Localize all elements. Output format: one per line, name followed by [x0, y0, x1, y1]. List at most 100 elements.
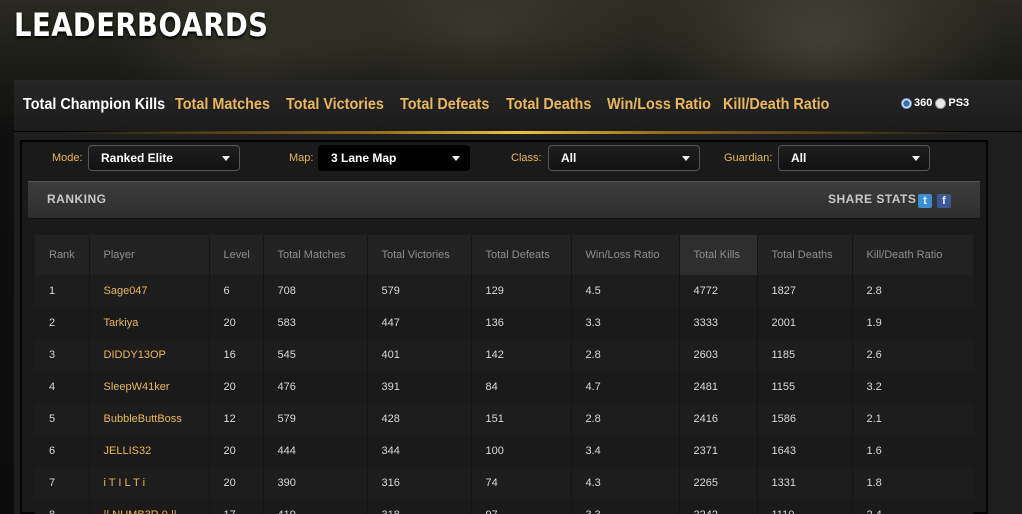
total-defeats-cell: 129 — [471, 275, 572, 307]
tab-total-defeats[interactable]: Total Defeats — [400, 96, 489, 114]
level-cell: 20 — [209, 371, 264, 403]
rank-cell: 3 — [35, 339, 90, 371]
tab-kill-death-ratio[interactable]: Kill/Death Ratio — [723, 96, 829, 114]
rank-cell: 6 — [35, 435, 90, 467]
player-link[interactable]: JELLIS32 — [89, 435, 210, 467]
kill-death-ratio-cell: 1.8 — [852, 467, 973, 499]
chevron-down-icon — [222, 156, 230, 161]
rank-cell: 8 — [35, 499, 90, 514]
total-deaths-cell: 1586 — [757, 403, 853, 435]
level-cell: 20 — [209, 435, 264, 467]
platform-ps3-label: PS3 — [948, 97, 970, 109]
table-row: 4 SleepW41ker 20 476 391 84 4.7 2481 1155 3.2 — [35, 371, 973, 403]
tab-total-matches[interactable]: Total Matches — [175, 96, 270, 114]
kill-death-ratio-cell: 2.6 — [852, 339, 973, 371]
facebook-icon[interactable]: f — [937, 194, 951, 208]
total-victories-cell: 316 — [367, 467, 472, 499]
active-tab-glow — [14, 131, 1022, 134]
tab-win-loss-ratio[interactable]: Win/Loss Ratio — [607, 96, 711, 114]
guardian-select[interactable]: All — [778, 145, 930, 171]
rank-cell: 1 — [35, 275, 90, 307]
total-matches-cell: 583 — [263, 307, 368, 339]
total-defeats-cell: 97 — [471, 499, 572, 514]
level-cell: 6 — [209, 275, 264, 307]
column-header-total-defeats[interactable]: Total Defeats — [471, 235, 572, 275]
map-select[interactable]: 3 Lane Map — [318, 145, 470, 171]
total-deaths-cell: 1185 — [757, 339, 853, 371]
leaderboard-table-container: Rank Player Level Total Matches Total Vi… — [35, 235, 973, 514]
kill-death-ratio-cell: 3.2 — [852, 371, 973, 403]
column-header-player[interactable]: Player — [89, 235, 210, 275]
player-link[interactable]: Tarkiya — [89, 307, 210, 339]
total-kills-cell: 2481 — [679, 371, 758, 403]
win-loss-ratio-cell: 4.5 — [571, 275, 680, 307]
chevron-down-icon — [912, 156, 920, 161]
total-kills-cell: 3333 — [679, 307, 758, 339]
total-defeats-cell: 100 — [471, 435, 572, 467]
ranking-title: RANKING — [47, 192, 107, 206]
radio-ps3[interactable] — [935, 97, 947, 109]
table-row: 3 DIDDY13OP 16 545 401 142 2.8 2603 1185 2.6 — [35, 339, 973, 371]
level-cell: 20 — [209, 467, 264, 499]
chevron-down-icon — [452, 156, 460, 161]
mode-label: Mode: — [52, 152, 83, 164]
column-header-total-kills[interactable]: Total Kills — [679, 235, 758, 275]
table-row: 8|| NUMB3R 0 ||17419318973.3224211102.4 — [35, 499, 973, 514]
total-defeats-cell: 151 — [471, 403, 572, 435]
total-deaths-cell: 2001 — [757, 307, 853, 339]
map-select-value: 3 Lane Map — [331, 151, 397, 165]
class-label: Class: — [511, 152, 542, 164]
tab-total-deaths[interactable]: Total Deaths — [506, 96, 591, 114]
win-loss-ratio-cell: 3.4 — [571, 435, 680, 467]
total-victories-cell: 344 — [367, 435, 472, 467]
total-kills-cell: 2416 — [679, 403, 758, 435]
column-header-rank[interactable]: Rank — [35, 235, 90, 275]
total-matches-cell: 419 — [263, 499, 368, 514]
total-deaths-cell: 1110 — [757, 499, 853, 514]
mode-select-value: Ranked Elite — [101, 151, 174, 165]
column-header-total-victories[interactable]: Total Victories — [367, 235, 472, 275]
win-loss-ratio-cell: 4.3 — [571, 467, 680, 499]
table-header-row: Rank Player Level Total Matches Total Vi… — [35, 235, 973, 275]
player-link[interactable]: || NUMB3R 0 || — [89, 499, 210, 514]
page-title: LEADERBOARDS — [14, 6, 269, 44]
player-link[interactable]: BubbleButtBoss — [89, 403, 210, 435]
total-matches-cell: 545 — [263, 339, 368, 371]
class-select[interactable]: All — [548, 145, 700, 171]
total-matches-cell: 444 — [263, 435, 368, 467]
column-header-kill-death-ratio[interactable]: Kill/Death Ratio — [852, 235, 973, 275]
table-row: 2 Tarkiya 20 583 447 136 3.3 3333 2001 1.9 — [35, 307, 973, 339]
column-header-total-matches[interactable]: Total Matches — [263, 235, 368, 275]
total-victories-cell: 428 — [367, 403, 472, 435]
player-link[interactable]: SleepW41ker — [89, 371, 210, 403]
player-link[interactable]: Sage047 — [89, 275, 210, 307]
tab-total-victories[interactable]: Total Victories — [286, 96, 384, 114]
player-link[interactable]: DIDDY13OP — [89, 339, 210, 371]
map-label: Map: — [289, 152, 314, 164]
kill-death-ratio-cell: 2.4 — [852, 499, 973, 514]
total-deaths-cell: 1155 — [757, 371, 853, 403]
win-loss-ratio-cell: 2.8 — [571, 403, 680, 435]
table-row: 6 JELLIS32 20 444 344 100 3.4 2371 1643 1.6 — [35, 435, 973, 467]
table-row: 1 Sage047 6 708 579 129 4.5 4772 1827 2.8 — [35, 275, 973, 307]
kill-death-ratio-cell: 1.9 — [852, 307, 973, 339]
rank-cell: 7 — [35, 467, 90, 499]
tab-total-champion-kills[interactable]: Total Champion Kills — [23, 96, 165, 114]
total-deaths-cell: 1643 — [757, 435, 853, 467]
player-link[interactable]: i T I L T i — [89, 467, 210, 499]
mode-select[interactable]: Ranked Elite — [88, 145, 240, 171]
column-header-total-deaths[interactable]: Total Deaths — [757, 235, 853, 275]
total-defeats-cell: 136 — [471, 307, 572, 339]
kill-death-ratio-cell: 2.1 — [852, 403, 973, 435]
column-header-level[interactable]: Level — [209, 235, 264, 275]
kill-death-ratio-cell: 1.6 — [852, 435, 973, 467]
twitter-icon[interactable]: t — [918, 194, 932, 208]
total-defeats-cell: 74 — [471, 467, 572, 499]
total-kills-cell: 2265 — [679, 467, 758, 499]
column-header-win-loss-ratio[interactable]: Win/Loss Ratio — [571, 235, 680, 275]
radio-360[interactable] — [901, 97, 912, 109]
total-kills-cell: 2371 — [679, 435, 758, 467]
table-row: 5 BubbleButtBoss 12 579 428 151 2.8 2416 1586 2.1 — [35, 403, 973, 435]
win-loss-ratio-cell: 2.8 — [571, 339, 680, 371]
win-loss-ratio-cell: 3.3 — [571, 499, 680, 514]
